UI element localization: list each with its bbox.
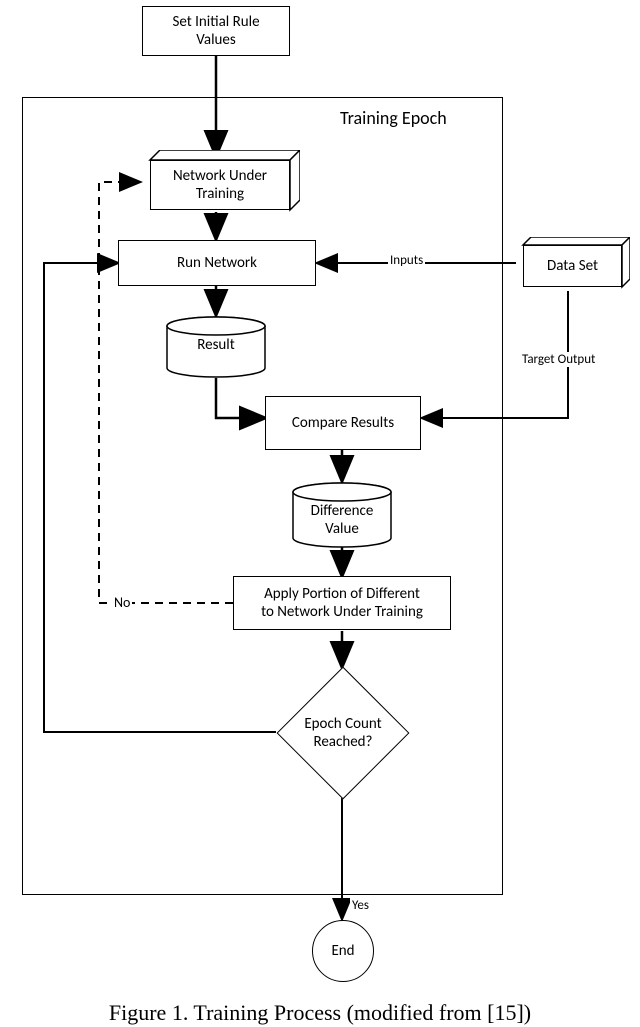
figure-caption: Figure 1. Training Process (modified fro…: [0, 1000, 640, 1026]
diff-text: Difference Value: [291, 502, 393, 538]
inputs-label: Inputs: [388, 253, 425, 268]
diff-cylinder: Difference Value: [291, 482, 393, 548]
training-epoch-frame: [22, 97, 503, 895]
apply-text: Apply Portion of Different to Network Un…: [261, 585, 423, 621]
network-box: Network Under Training: [140, 150, 300, 215]
result-cylinder: Result: [165, 316, 267, 378]
dataset-box: Data Set: [515, 237, 630, 291]
run-box: Run Network: [118, 240, 316, 286]
end-circle: End: [312, 920, 374, 982]
init-text: Set Initial Rule Values: [172, 13, 259, 49]
target-label: Target Output: [520, 352, 597, 367]
init-box: Set Initial Rule Values: [142, 6, 290, 56]
apply-box: Apply Portion of Different to Network Un…: [233, 576, 451, 630]
compare-box: Compare Results: [265, 396, 421, 450]
no-label: No: [112, 594, 132, 611]
end-text: End: [331, 942, 354, 960]
dataset-text: Data Set: [547, 257, 598, 275]
flowchart-canvas: Training Epoch Set Initial Rule Values: [0, 0, 640, 1027]
compare-text: Compare Results: [292, 414, 394, 432]
result-text: Result: [165, 336, 267, 354]
network-text: Network Under Training: [173, 167, 267, 203]
epoch-text: Epoch Count Reached?: [304, 715, 381, 751]
frame-label: Training Epoch: [340, 107, 447, 129]
yes-label: Yes: [350, 898, 371, 913]
run-text: Run Network: [177, 254, 257, 272]
